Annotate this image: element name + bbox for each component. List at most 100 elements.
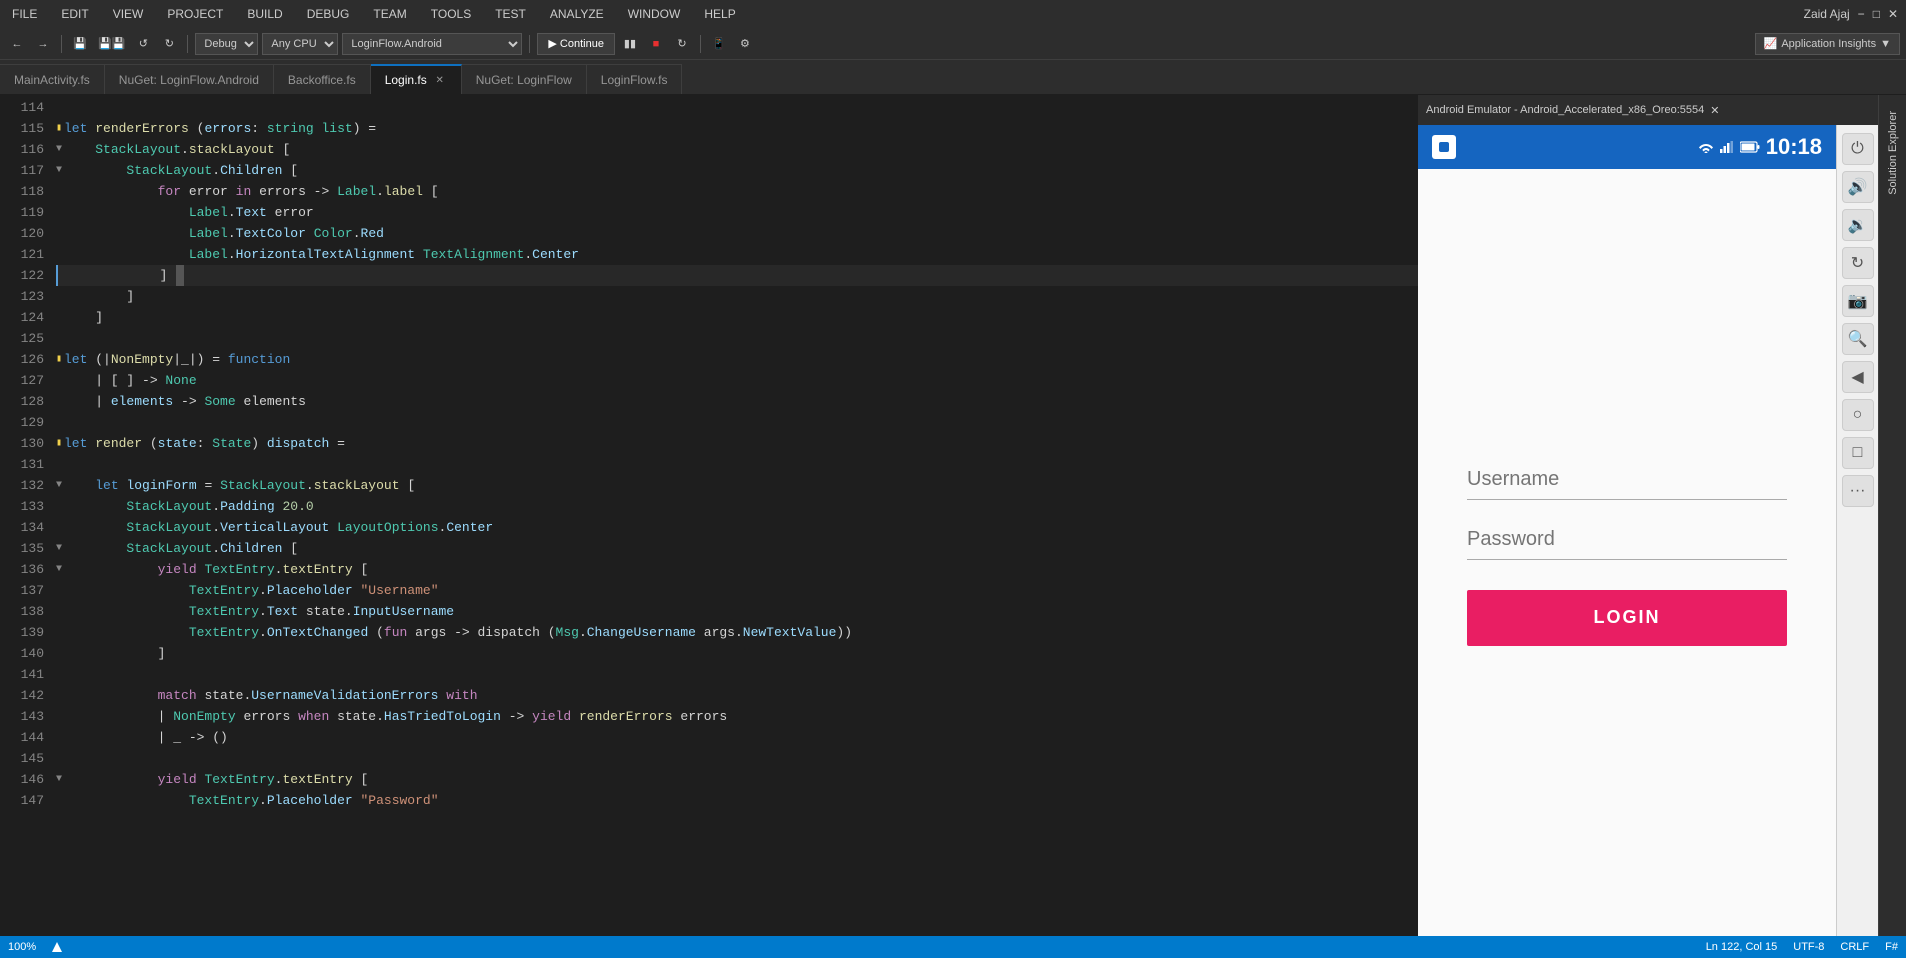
save-btn[interactable]: 💾	[69, 33, 91, 55]
project-select[interactable]: LoginFlow.Android	[342, 33, 522, 55]
menu-tools[interactable]: TOOLS	[427, 5, 475, 23]
tab-mainactivity[interactable]: MainActivity.fs	[0, 64, 105, 94]
emulator-controls: ⏻ 🔊 🔉 ↻ 📷 🔍 ◀ ○ □ ···	[1836, 125, 1878, 936]
menu-file[interactable]: FILE	[8, 5, 41, 23]
code-line-119: Label.Text error	[56, 202, 1418, 223]
tab-backoffice[interactable]: Backoffice.fs	[274, 64, 371, 94]
save-all-btn[interactable]: 💾💾	[95, 33, 128, 55]
maximize-btn[interactable]: □	[1873, 7, 1880, 21]
phone-status-bar: 10:18	[1418, 125, 1836, 169]
menu-test[interactable]: TEST	[491, 5, 530, 23]
menu-team[interactable]: TEAM	[369, 5, 410, 23]
device-btn[interactable]: 📱	[708, 33, 730, 55]
app-insights-btn[interactable]: 📈 Application Insights ▼	[1755, 33, 1900, 55]
app-insights-icon: 📈	[1764, 37, 1778, 50]
line-numbers: 114 115 116 117 118 119 120 121 122 123 …	[0, 95, 52, 936]
phone-status-right: 10:18	[1698, 134, 1822, 160]
continue-btn[interactable]: ▶ Continue	[537, 33, 615, 55]
close-btn[interactable]: ✕	[1888, 7, 1898, 21]
code-line-120: Label.TextColor Color.Red	[56, 223, 1418, 244]
tab-backoffice-label: Backoffice.fs	[288, 73, 356, 87]
menu-analyze[interactable]: ANALYZE	[546, 5, 608, 23]
tab-loginflow[interactable]: LoginFlow.fs	[587, 64, 683, 94]
platform-select[interactable]: Any CPU	[262, 33, 338, 55]
password-input[interactable]	[1467, 520, 1787, 560]
settings-btn[interactable]: ⚙	[734, 33, 756, 55]
tab-login-close[interactable]: ✕	[433, 73, 447, 87]
emulator-content: 10:18 LOGIN ⏻ 🔊 🔉 ↻ 📷 🔍 ◀ ○	[1418, 125, 1878, 936]
menu-edit[interactable]: EDIT	[57, 5, 92, 23]
code-line-127: | [ ] -> None	[56, 370, 1418, 391]
tab-bar: MainActivity.fs NuGet: LoginFlow.Android…	[0, 60, 1906, 95]
code-line-129	[56, 412, 1418, 433]
phone-time: 10:18	[1766, 134, 1822, 160]
code-line-139: TextEntry.OnTextChanged (fun args -> dis…	[56, 622, 1418, 643]
tab-login[interactable]: Login.fs ✕	[371, 64, 462, 94]
solution-explorer-sidebar: Solution Explorer	[1878, 95, 1906, 936]
emulator-rotate-btn[interactable]: ↻	[1842, 247, 1874, 279]
app-insights-label: Application Insights	[1781, 38, 1876, 50]
code-editor[interactable]: 114 115 116 117 118 119 120 121 122 123 …	[0, 95, 1418, 936]
code-content: 114 115 116 117 118 119 120 121 122 123 …	[0, 95, 1418, 936]
status-bar: 100% Ln 122, Col 15 UTF-8 CRLF F#	[0, 936, 1906, 958]
minimize-btn[interactable]: −	[1858, 7, 1865, 21]
emulator-power-btn[interactable]: ⏻	[1842, 133, 1874, 165]
code-line-138: TextEntry.Text state.InputUsername	[56, 601, 1418, 622]
login-btn[interactable]: LOGIN	[1467, 590, 1787, 646]
pause-btn[interactable]: ▮▮	[619, 33, 641, 55]
code-line-115: ▮ let renderErrors (errors: string list)…	[56, 118, 1418, 139]
emulator-close-btn[interactable]: ✕	[1710, 104, 1719, 117]
code-line-137: TextEntry.Placeholder "Username"	[56, 580, 1418, 601]
code-line-126: ▮ let (|NonEmpty|_|) = function	[56, 349, 1418, 370]
menu-view[interactable]: VIEW	[109, 5, 148, 23]
undo-btn[interactable]: ↺	[132, 33, 154, 55]
emulator-back-btn[interactable]: ◀	[1842, 361, 1874, 393]
tab-nuget-loginflow-android[interactable]: NuGet: LoginFlow.Android	[105, 64, 274, 94]
restart-btn[interactable]: ↻	[671, 33, 693, 55]
emulator-vol-up-btn[interactable]: 🔊	[1842, 171, 1874, 203]
tab-nuget-loginflow[interactable]: NuGet: LoginFlow	[462, 64, 587, 94]
menu-help[interactable]: HELP	[700, 5, 739, 23]
code-line-147: TextEntry.Placeholder "Password"	[56, 790, 1418, 811]
menu-debug[interactable]: DEBUG	[303, 5, 354, 23]
code-line-141	[56, 664, 1418, 685]
user-name: Zaid Ajaj	[1804, 7, 1850, 21]
code-line-128: | elements -> Some elements	[56, 391, 1418, 412]
stop-btn[interactable]: ■	[645, 33, 667, 55]
emulator-more-btn[interactable]: ···	[1842, 475, 1874, 507]
username-input[interactable]	[1467, 460, 1787, 500]
tab-nuget-android-label: NuGet: LoginFlow.Android	[119, 73, 259, 87]
app-insights-dropdown-icon: ▼	[1880, 38, 1891, 50]
menu-window[interactable]: WINDOW	[624, 5, 685, 23]
status-language: F#	[1885, 941, 1898, 953]
solution-explorer-label[interactable]: Solution Explorer	[1887, 103, 1899, 203]
menu-project[interactable]: PROJECT	[163, 5, 227, 23]
code-line-135: ▼ StackLayout.Children [	[56, 538, 1418, 559]
code-line-124: ]	[56, 307, 1418, 328]
emulator-vol-down-btn[interactable]: 🔉	[1842, 209, 1874, 241]
code-lines: ▮ let renderErrors (errors: string list)…	[52, 95, 1418, 936]
toolbar: ← → 💾 💾💾 ↺ ↻ Debug Any CPU LoginFlow.And…	[0, 28, 1906, 60]
status-caret: Ln 122, Col 15	[1706, 941, 1778, 953]
code-line-131	[56, 454, 1418, 475]
code-line-144: | _ -> ()	[56, 727, 1418, 748]
code-line-140: ]	[56, 643, 1418, 664]
code-line-123: ]	[56, 286, 1418, 307]
phone-app-icon	[1432, 135, 1456, 159]
code-line-114	[56, 97, 1418, 118]
status-zoom[interactable]: 100%	[8, 941, 36, 953]
back-btn[interactable]: ←	[6, 33, 28, 55]
redo-btn[interactable]: ↻	[158, 33, 180, 55]
code-line-118: for error in errors -> Label.label [	[56, 181, 1418, 202]
menu-build[interactable]: BUILD	[243, 5, 286, 23]
emulator-zoom-in-btn[interactable]: 🔍	[1842, 323, 1874, 355]
status-encoding: UTF-8	[1793, 941, 1824, 953]
code-line-116: ▼ StackLayout.stackLayout [	[56, 139, 1418, 160]
emulator-square-btn[interactable]: □	[1842, 437, 1874, 469]
emulator-home-btn[interactable]: ○	[1842, 399, 1874, 431]
code-line-145	[56, 748, 1418, 769]
status-line-ending: CRLF	[1840, 941, 1869, 953]
debug-config-select[interactable]: Debug	[195, 33, 258, 55]
forward-btn[interactable]: →	[32, 33, 54, 55]
emulator-screenshot-btn[interactable]: 📷	[1842, 285, 1874, 317]
